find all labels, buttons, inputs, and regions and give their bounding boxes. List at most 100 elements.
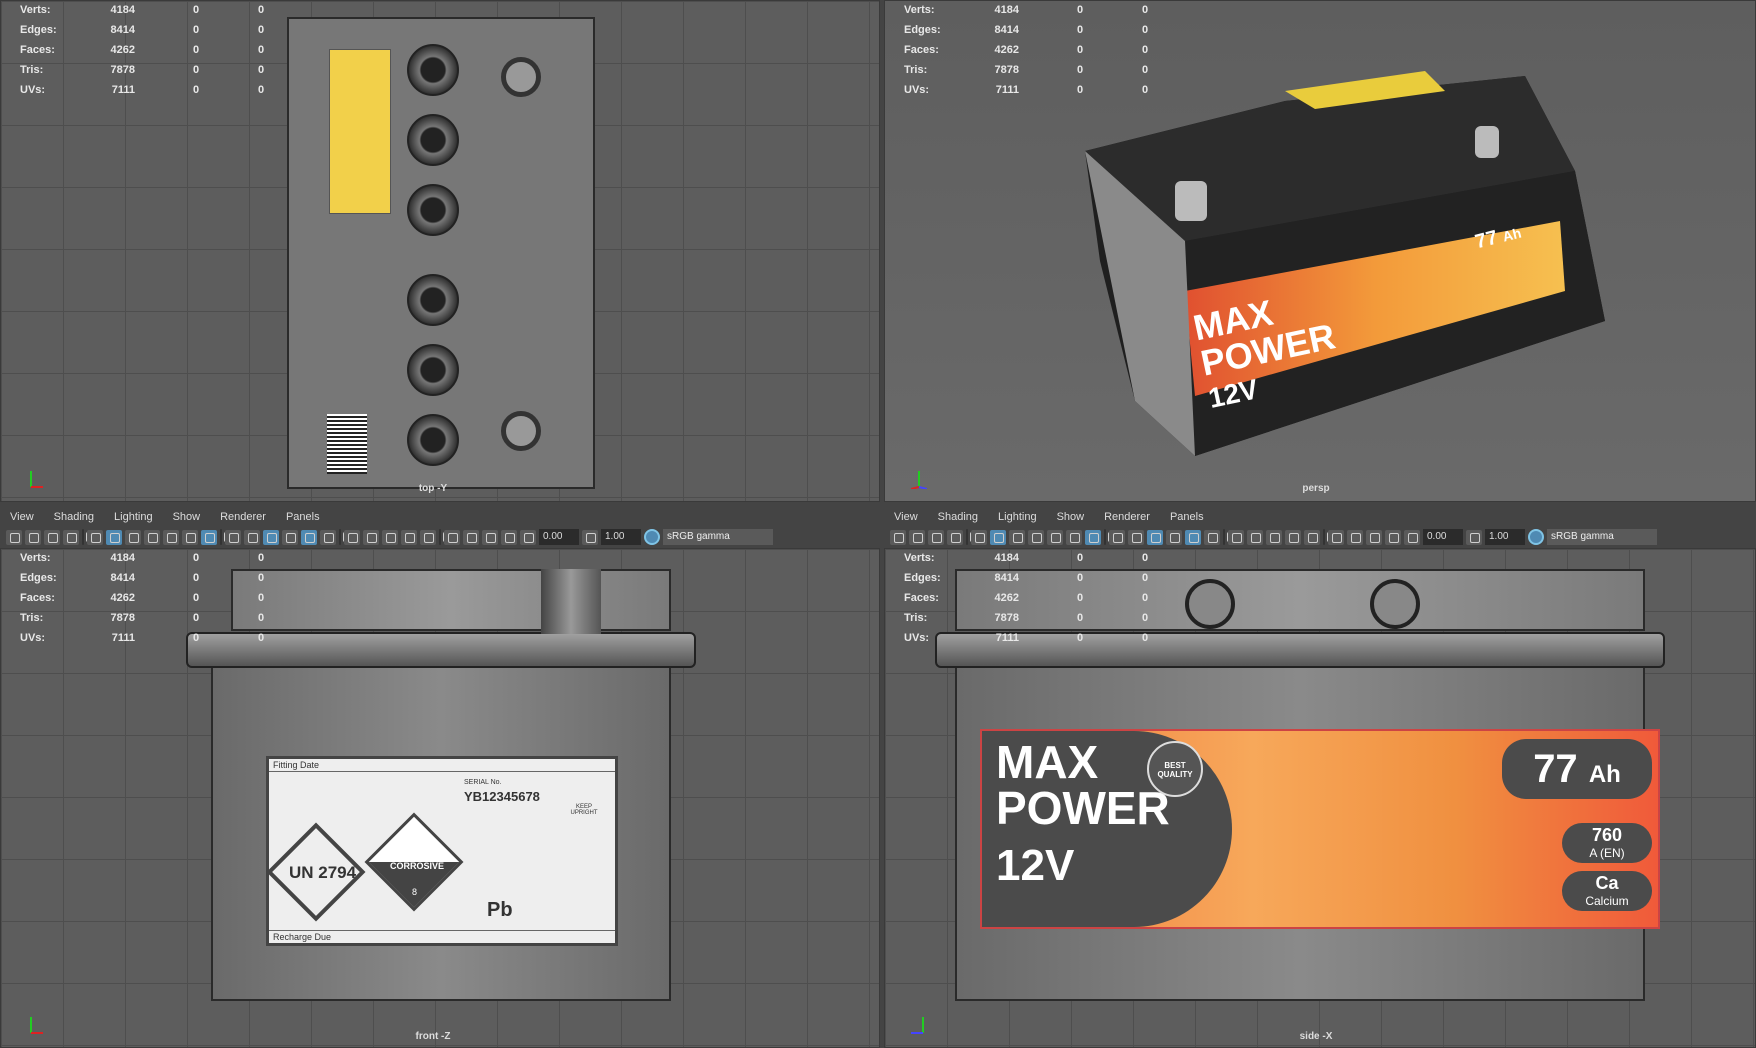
stat-value: 4262	[110, 44, 135, 56]
use-all-lights-icon[interactable]	[1204, 529, 1220, 545]
safe-title-icon[interactable]	[201, 529, 217, 545]
color-management-icon[interactable]	[1528, 529, 1544, 545]
smooth-shade-icon[interactable]	[244, 529, 260, 545]
gamma-icon[interactable]	[582, 529, 598, 545]
stat-row-tris: Tris: 7878 0 0	[885, 61, 1185, 81]
screen-space-ao-icon[interactable]	[363, 529, 379, 545]
colorspace-dropdown[interactable]: sRGB gamma	[1547, 529, 1657, 545]
select-camera-icon[interactable]	[6, 529, 22, 545]
xray-icon[interactable]	[301, 529, 317, 545]
menu-shading[interactable]: Shading	[44, 508, 104, 528]
use-all-lights-icon[interactable]	[320, 529, 336, 545]
xray-joints-icon[interactable]	[463, 529, 479, 545]
menu-panels[interactable]: Panels	[1160, 508, 1214, 528]
cca-unit: A (EN)	[1589, 846, 1625, 860]
gamma-field[interactable]: 1.00	[601, 529, 641, 545]
exposure-field[interactable]: 0.00	[1423, 529, 1463, 545]
depth-of-field-icon[interactable]	[1304, 529, 1320, 545]
menu-panels[interactable]: Panels	[276, 508, 330, 528]
exposure-icon[interactable]	[1404, 529, 1420, 545]
menu-lighting[interactable]: Lighting	[104, 508, 163, 528]
backface-culling-icon[interactable]	[501, 529, 517, 545]
menu-lighting[interactable]: Lighting	[988, 508, 1047, 528]
safe-action-icon[interactable]	[182, 529, 198, 545]
gate-mask-icon[interactable]	[144, 529, 160, 545]
anti-aliasing-icon[interactable]	[401, 529, 417, 545]
stat-row-uvs: UVs: 7111 0 0	[885, 629, 1185, 649]
grid-icon[interactable]	[971, 529, 987, 545]
default-material-icon[interactable]	[1147, 529, 1163, 545]
stat-value: 4184	[110, 552, 135, 564]
wireframe-icon[interactable]	[225, 529, 241, 545]
stat-b: 0	[258, 84, 265, 96]
safe-title-icon[interactable]	[1085, 529, 1101, 545]
stat-value: 4262	[110, 592, 135, 604]
menu-show[interactable]: Show	[163, 508, 211, 528]
xray-joints-icon[interactable]	[1347, 529, 1363, 545]
film-gate-icon[interactable]	[106, 529, 122, 545]
default-material-icon[interactable]	[263, 529, 279, 545]
image-plane-icon[interactable]	[947, 529, 963, 545]
safe-action-icon[interactable]	[1066, 529, 1082, 545]
stat-b: 0	[258, 44, 265, 56]
viewport-top[interactable]: Verts: 4184 0 0 Edges: 8414 0 0 Faces: 4262 0 0 Tris…	[0, 0, 880, 502]
camera-attributes-icon[interactable]	[909, 529, 925, 545]
stat-b: 0	[1142, 24, 1149, 36]
field-chart-icon[interactable]	[1047, 529, 1063, 545]
select-camera-icon[interactable]	[890, 529, 906, 545]
menu-renderer[interactable]: Renderer	[1094, 508, 1160, 528]
stat-value: 8414	[110, 572, 135, 584]
shadows-icon[interactable]	[1228, 529, 1244, 545]
gamma-icon[interactable]	[1466, 529, 1482, 545]
gate-mask-icon[interactable]	[1028, 529, 1044, 545]
barcode	[327, 414, 367, 474]
resolution-gate-icon[interactable]	[125, 529, 141, 545]
stat-value: 7111	[995, 84, 1019, 96]
shadows-icon[interactable]	[344, 529, 360, 545]
grid-icon[interactable]	[87, 529, 103, 545]
isolate-select-icon[interactable]	[444, 529, 460, 545]
stat-row-faces: Faces: 4262 0 0	[1, 589, 301, 609]
stat-value: 7111	[111, 632, 135, 644]
viewport-persp[interactable]: Verts: 4184 0 0 Edges: 8414 0 0 Faces: 4262 0 0 Tris…	[884, 0, 1756, 502]
exposure-field[interactable]: 0.00	[539, 529, 579, 545]
menu-view[interactable]: View	[884, 508, 928, 528]
gamma-field[interactable]: 1.00	[1485, 529, 1525, 545]
bookmark-icon[interactable]	[44, 529, 60, 545]
exposure-icon[interactable]	[520, 529, 536, 545]
viewport-side[interactable]: Verts: 4184 0 0 Edges: 8414 0 0 Faces: 4262 0 0 Tris…	[884, 548, 1756, 1048]
viewport-front[interactable]: Verts: 4184 0 0 Edges: 8414 0 0 Faces: 4262 0 0 Tris…	[0, 548, 880, 1048]
menu-renderer[interactable]: Renderer	[210, 508, 276, 528]
smooth-shade-icon[interactable]	[1128, 529, 1144, 545]
colorspace-dropdown[interactable]: sRGB gamma	[663, 529, 773, 545]
bookmark-icon[interactable]	[928, 529, 944, 545]
field-chart-icon[interactable]	[163, 529, 179, 545]
menu-shading[interactable]: Shading	[928, 508, 988, 528]
stat-row-edges: Edges: 8414 0 0	[885, 569, 1185, 589]
hazard-label: Fitting Date UN 2794 CORROSIVE 8 SERIAL …	[266, 756, 618, 946]
backface-culling-icon[interactable]	[1385, 529, 1401, 545]
stat-label: Tris:	[904, 64, 928, 76]
menu-show[interactable]: Show	[1047, 508, 1095, 528]
xray-icon[interactable]	[1185, 529, 1201, 545]
depth-of-field-icon[interactable]	[420, 529, 436, 545]
xray-active-icon[interactable]	[482, 529, 498, 545]
wireframe-on-shaded-icon[interactable]	[1166, 529, 1182, 545]
isolate-select-icon[interactable]	[1328, 529, 1344, 545]
wireframe-icon[interactable]	[1109, 529, 1125, 545]
motion-blur-icon[interactable]	[1266, 529, 1282, 545]
film-gate-icon[interactable]	[990, 529, 1006, 545]
toolbar-separator	[339, 529, 353, 545]
xray-active-icon[interactable]	[1366, 529, 1382, 545]
color-management-icon[interactable]	[644, 529, 660, 545]
resolution-gate-icon[interactable]	[1009, 529, 1025, 545]
image-plane-icon[interactable]	[63, 529, 79, 545]
camera-attributes-icon[interactable]	[25, 529, 41, 545]
screen-space-ao-icon[interactable]	[1247, 529, 1263, 545]
motion-blur-icon[interactable]	[382, 529, 398, 545]
anti-aliasing-icon[interactable]	[1285, 529, 1301, 545]
stat-a: 0	[1077, 552, 1084, 564]
menu-view[interactable]: View	[0, 508, 44, 528]
stat-row-tris: Tris: 7878 0 0	[885, 609, 1185, 629]
wireframe-on-shaded-icon[interactable]	[282, 529, 298, 545]
